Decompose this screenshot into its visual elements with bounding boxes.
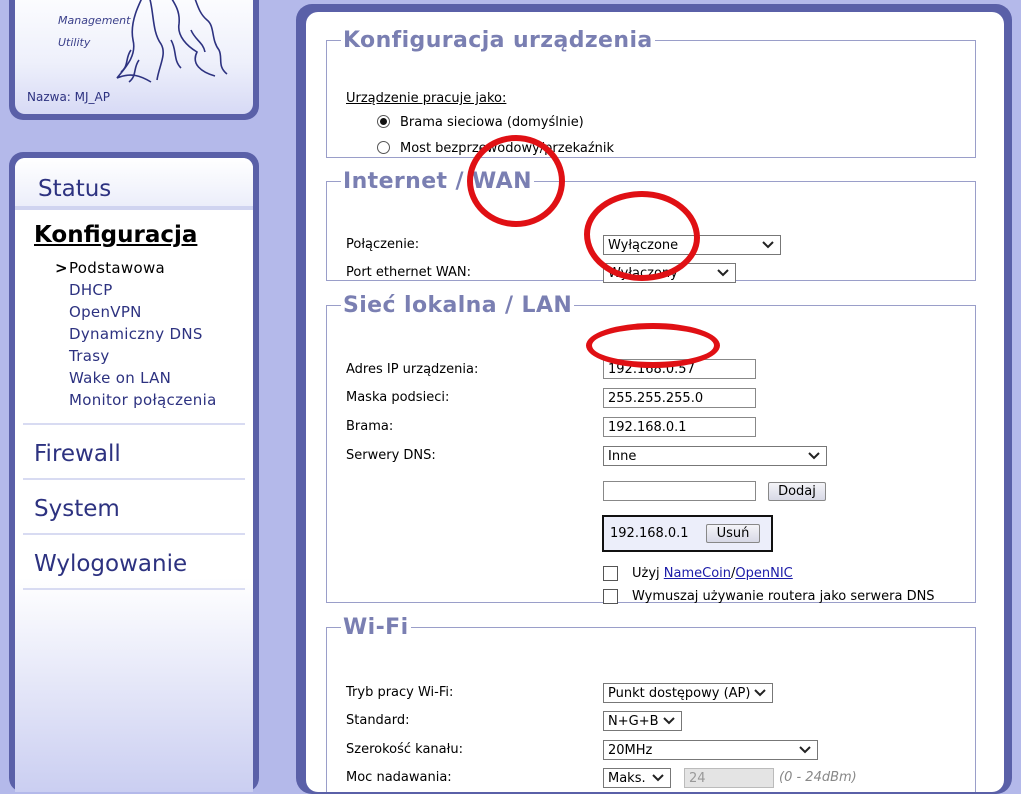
- radio-bridge[interactable]: [377, 141, 390, 154]
- annotation-circle-wan: [467, 135, 565, 227]
- nav-panel: Status Konfiguracja > Podstawowa DHCP Op…: [9, 152, 259, 792]
- channel-width-label: Szerokość kanału:: [346, 742, 463, 757]
- nav-item-wylogowanie[interactable]: Wylogowanie: [34, 551, 187, 577]
- tx-power-select[interactable]: Maks.: [603, 768, 671, 788]
- nav-sub-item-dynamic-dns[interactable]: Dynamiczny DNS: [69, 325, 203, 343]
- gateway-label: Brama:: [346, 419, 394, 434]
- wifi-mode-value: Punkt dostępowy (AP): [608, 686, 751, 701]
- tx-power-dbm-input[interactable]: 24: [684, 768, 774, 788]
- section-title: Konfiguracja urządzenia: [343, 28, 653, 53]
- mask-label: Maska podsieci:: [346, 390, 450, 405]
- tx-power-range: (0 - 24dBm): [779, 770, 857, 785]
- dragon-logo-icon: [116, 0, 228, 83]
- nav-divider: [23, 478, 245, 480]
- ip-label: Adres IP urządzenia:: [346, 362, 479, 377]
- chevron-down-icon: [754, 689, 766, 697]
- standard-select[interactable]: N+G+B: [603, 711, 682, 731]
- nav-divider: [23, 533, 245, 535]
- wifi-section: Wi-Fi Tryb pracy Wi-Fi: Punkt dostępowy …: [326, 615, 976, 792]
- dns-mode-value: Inne: [608, 449, 637, 464]
- dns-new-input[interactable]: [603, 481, 756, 501]
- dns-add-button[interactable]: Dodaj: [768, 482, 826, 501]
- force-dns-checkbox[interactable]: [603, 589, 618, 604]
- use-prefix-text: Użyj: [632, 566, 664, 581]
- nav-sub-item-wake-on-lan[interactable]: Wake on LAN: [69, 369, 171, 387]
- opennic-link[interactable]: OpenNIC: [735, 566, 792, 581]
- device-name: Nazwa: MJ_AP: [27, 90, 110, 104]
- nav-sub-item-dhcp[interactable]: DHCP: [69, 281, 113, 299]
- current-marker-icon: >: [55, 259, 68, 277]
- nav-panel-inner: Status Konfiguracja > Podstawowa DHCP Op…: [15, 158, 253, 792]
- annotation-circle-ip: [586, 323, 720, 368]
- tx-power-label: Moc nadawania:: [346, 770, 452, 785]
- annotation-circle-wan-fields: [584, 191, 700, 281]
- namecoin-link[interactable]: NameCoin: [664, 566, 731, 581]
- radio-gateway[interactable]: [377, 115, 390, 128]
- section-title: Wi-Fi: [343, 615, 409, 640]
- mode-label: Urządzenie pracuje jako:: [346, 91, 507, 106]
- nav-item-konfiguracja[interactable]: Konfiguracja: [34, 222, 197, 248]
- main-panel: Konfiguracja urządzenia Urządzenie pracu…: [306, 12, 1004, 792]
- logo-text-utility: Utility: [58, 36, 91, 49]
- chevron-down-icon: [663, 717, 675, 725]
- nav-divider: [23, 423, 245, 425]
- logo-panel-inner: Management Utility Nazwa: MJ_AP: [15, 0, 253, 114]
- device-config-section: Konfiguracja urządzenia Urządzenie pracu…: [326, 28, 976, 158]
- use-namecoin-checkbox[interactable]: [603, 566, 618, 581]
- nav-divider: [23, 588, 245, 590]
- wifi-mode-select[interactable]: Punkt dostępowy (AP): [603, 683, 773, 703]
- dns-mode-select[interactable]: Inne: [603, 446, 827, 466]
- wifi-mode-label: Tryb pracy Wi-Fi:: [346, 685, 454, 700]
- mask-input[interactable]: 255.255.255.0: [603, 388, 756, 408]
- radio-gateway-label: Brama sieciowa (domyślnie): [400, 115, 584, 130]
- nav-sub-item-monitor[interactable]: Monitor połączenia: [69, 391, 217, 409]
- dns-list: 192.168.0.1 Usuń: [602, 515, 773, 552]
- section-title: Sieć lokalna / LAN: [343, 293, 573, 318]
- channel-width-select[interactable]: 20MHz: [603, 740, 818, 760]
- chevron-down-icon: [762, 241, 774, 249]
- dns-remove-button[interactable]: Usuń: [706, 524, 760, 543]
- chevron-down-icon: [717, 269, 729, 277]
- nav-item-status[interactable]: Status: [15, 158, 253, 210]
- nav-sub-item-openvpn[interactable]: OpenVPN: [69, 303, 142, 321]
- wan-port-label: Port ethernet WAN:: [346, 265, 471, 280]
- chevron-down-icon: [799, 746, 811, 754]
- logo-panel: Management Utility Nazwa: MJ_AP: [9, 0, 259, 120]
- chevron-down-icon: [652, 774, 664, 782]
- standard-label: Standard:: [346, 713, 410, 728]
- force-dns-label: Wymuszaj używanie routera jako serwera D…: [632, 589, 935, 604]
- nav-sub-item-podstawowa[interactable]: > Podstawowa: [55, 259, 166, 277]
- nav-item-system[interactable]: System: [34, 496, 120, 522]
- nav-sub-label: Podstawowa: [69, 259, 166, 277]
- use-namecoin-label: Użyj NameCoin/OpenNIC: [632, 566, 793, 581]
- chevron-down-icon: [808, 452, 820, 460]
- dns-entry-ip: 192.168.0.1: [610, 526, 689, 541]
- connection-label: Połączenie:: [346, 237, 420, 252]
- nav-item-firewall[interactable]: Firewall: [34, 441, 121, 467]
- channel-width-value: 20MHz: [608, 743, 653, 758]
- standard-value: N+G+B: [608, 714, 659, 729]
- dns-label: Serwery DNS:: [346, 448, 436, 463]
- nav-sub-item-trasy[interactable]: Trasy: [69, 347, 110, 365]
- gateway-input[interactable]: 192.168.0.1: [603, 417, 756, 437]
